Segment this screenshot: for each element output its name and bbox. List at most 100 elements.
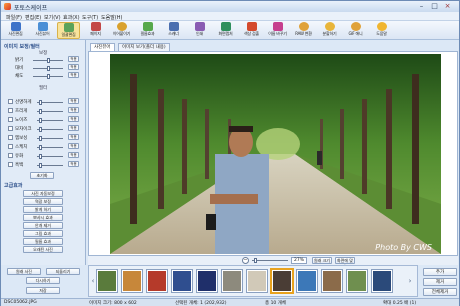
filter-label: 스케치 — [15, 145, 28, 150]
tool-raw[interactable]: RAW 변환 — [292, 22, 315, 39]
tool-batch-edit[interactable]: 일괄편집 — [57, 22, 80, 39]
thumbnail-selected[interactable] — [270, 268, 294, 294]
maximize-button[interactable]: □ — [429, 2, 440, 10]
filter-checkbox[interactable] — [8, 126, 13, 131]
fit-screen-button[interactable]: 화면에 맞춤 — [335, 257, 355, 269]
add-button[interactable]: 추가 — [423, 268, 457, 276]
app-window: 포토스케이프 – □ × 파일(F) 편집(E) 보기(V) 효과(X) 도구(… — [0, 0, 460, 306]
minimize-button[interactable]: – — [416, 2, 427, 10]
actual-size-button[interactable]: 원래 크기 — [312, 257, 332, 264]
filter-apply-button[interactable]: 적용 — [68, 116, 79, 122]
redo-button[interactable]: 다시하기 — [26, 277, 60, 284]
remove-all-button[interactable]: 전체제거 — [423, 288, 457, 296]
advanced-effect-button[interactable]: 역광 보정 — [23, 198, 63, 205]
tool-split[interactable]: 분할하기 — [318, 22, 341, 39]
filter-label: 흐리게 — [15, 109, 28, 114]
tool-page[interactable]: 페이지 — [84, 22, 107, 39]
contrast-slider[interactable] — [33, 66, 63, 71]
panel-title: 이미지 보정/필터 — [4, 44, 40, 50]
help-icon — [376, 22, 387, 31]
thumbnail[interactable] — [371, 269, 393, 293]
menu-view[interactable]: 보기(V) — [44, 14, 61, 21]
raw-icon — [298, 22, 309, 31]
filter-slider[interactable] — [37, 154, 63, 159]
thumbnail[interactable] — [121, 269, 143, 293]
man-hair — [229, 126, 253, 132]
original-photo-button[interactable]: 원래 사진 — [7, 268, 41, 275]
filter-checkbox[interactable] — [8, 135, 13, 140]
filter-slider[interactable] — [37, 145, 63, 150]
menu-file[interactable]: 파일(F) — [6, 14, 22, 21]
remove-button[interactable]: 제거 — [423, 278, 457, 286]
tab-folder-view[interactable]: 이미지 보기(폴더 내용) — [118, 43, 170, 51]
thumbnail[interactable] — [246, 269, 268, 293]
scroll-right-icon[interactable]: › — [407, 275, 413, 287]
tool-color-picker[interactable]: 색상 검출 — [240, 22, 263, 39]
thumbnail[interactable] — [296, 269, 318, 293]
menu-tools[interactable]: 도구(T) — [82, 14, 98, 21]
filter-checkbox[interactable] — [8, 162, 13, 167]
advanced-effect-button[interactable]: 필름 효과 — [23, 238, 63, 245]
tool-photo-edit[interactable]: 사진편집 — [4, 22, 27, 39]
advanced-effect-button[interactable]: 그림 효과 — [23, 230, 63, 237]
scroll-left-icon[interactable]: ‹ — [90, 275, 96, 287]
contrast-apply-button[interactable]: 적용 — [68, 64, 79, 70]
reset-button[interactable]: 초기화 — [30, 172, 54, 179]
advanced-effect-button[interactable]: 안개 제거 — [23, 222, 63, 229]
brightness-slider[interactable] — [33, 58, 63, 63]
saturation-label: 채도 — [15, 74, 24, 79]
save-button[interactable]: 저장 — [26, 287, 60, 294]
zoom-out-icon[interactable]: − — [242, 257, 249, 264]
advanced-effect-button[interactable]: 뽀샤시 효과 — [23, 214, 63, 221]
saturation-apply-button[interactable]: 적용 — [68, 72, 79, 78]
tool-capture[interactable]: 화면캡처 — [214, 22, 237, 39]
tool-film-effect[interactable]: 필름효과 — [136, 22, 159, 39]
filter-apply-button[interactable]: 적용 — [68, 161, 79, 167]
thumbnail[interactable] — [171, 269, 193, 293]
menu-help[interactable]: 도움말(H) — [101, 14, 122, 21]
zoom-slider[interactable] — [252, 258, 288, 263]
filter-checkbox[interactable] — [8, 117, 13, 122]
tool-viewer[interactable]: 사진뷰어 — [31, 22, 54, 39]
brightness-apply-button[interactable]: 적용 — [68, 56, 79, 62]
thumbnail[interactable] — [96, 269, 118, 293]
thumbnail[interactable] — [321, 269, 343, 293]
close-button[interactable]: × — [442, 2, 453, 10]
filter-apply-button[interactable]: 적용 — [68, 152, 79, 158]
filter-slider[interactable] — [37, 109, 63, 114]
tool-scanner[interactable]: 스캐너 — [162, 22, 185, 39]
filter-slider[interactable] — [37, 118, 63, 123]
tool-print[interactable]: 인쇄 — [188, 22, 211, 39]
filter-apply-button[interactable]: 적용 — [68, 107, 79, 113]
tool-combine[interactable]: 이어붙이기 — [110, 22, 133, 39]
tool-help[interactable]: 도움말 — [370, 22, 393, 39]
filter-checkbox[interactable] — [8, 144, 13, 149]
thumbnail[interactable] — [146, 269, 168, 293]
filter-slider[interactable] — [37, 127, 63, 132]
filter-apply-button[interactable]: 적용 — [68, 125, 79, 131]
filter-checkbox[interactable] — [8, 153, 13, 158]
thumbnail[interactable] — [221, 269, 243, 293]
filter-slider[interactable] — [37, 100, 63, 105]
tab-viewer[interactable]: 사진뷰어 — [90, 43, 115, 51]
filter-slider[interactable] — [37, 163, 63, 168]
filter-apply-button[interactable]: 적용 — [68, 134, 79, 140]
filter-apply-button[interactable]: 적용 — [68, 143, 79, 149]
advanced-effect-button[interactable]: 사진 자동보정 — [23, 190, 63, 197]
filter-checkbox[interactable] — [8, 99, 13, 104]
undo-button[interactable]: 되돌리기 — [46, 268, 80, 275]
filter-slider[interactable] — [37, 136, 63, 141]
saturation-slider[interactable] — [33, 74, 63, 79]
menu-edit[interactable]: 편집(E) — [25, 14, 41, 21]
tool-rename[interactable]: 이름 바꾸기 — [266, 22, 289, 39]
basic-section-title: 보정 — [39, 51, 48, 56]
tree-trunk — [340, 109, 344, 179]
advanced-effect-button[interactable]: 오래된 사진 — [23, 246, 63, 253]
tool-gif[interactable]: GIF 애니 — [344, 22, 367, 39]
menu-effect[interactable]: 효과(X) — [63, 14, 80, 21]
thumbnail[interactable] — [196, 269, 218, 293]
filter-apply-button[interactable]: 적용 — [68, 98, 79, 104]
advanced-effect-button[interactable]: 밝게 하기 — [23, 206, 63, 213]
thumbnail[interactable] — [346, 269, 368, 293]
filter-checkbox[interactable] — [8, 108, 13, 113]
